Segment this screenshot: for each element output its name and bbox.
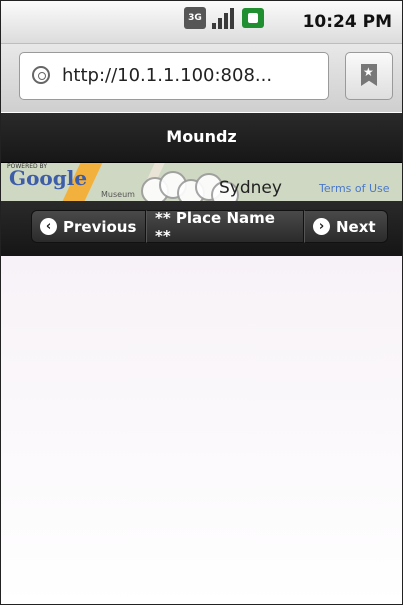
chevron-left-icon: ‹ bbox=[40, 218, 57, 235]
url-field[interactable]: http://10.1.1.100:808... bbox=[19, 52, 329, 100]
phone-screen: 3G 10:24 PM http://10.1.1.100:808... Mou… bbox=[0, 0, 403, 605]
globe-icon bbox=[32, 66, 50, 84]
map-view[interactable]: POWERED BY Google Museum Sydney Terms of… bbox=[1, 163, 402, 201]
browser-url-bar: http://10.1.1.100:808... bbox=[1, 44, 402, 112]
map-poi-label: Museum bbox=[101, 190, 135, 199]
previous-button[interactable]: ‹ Previous bbox=[31, 210, 146, 243]
place-nav-toolbar: ‹ Previous ** Place Name ** › Next bbox=[1, 201, 402, 256]
place-name-label: ** Place Name ** bbox=[155, 208, 275, 245]
signal-bars-icon bbox=[212, 7, 236, 29]
previous-label: Previous bbox=[63, 217, 137, 236]
chevron-right-icon: › bbox=[313, 218, 330, 235]
status-icons: 3G bbox=[184, 7, 264, 29]
page-title: Moundz bbox=[166, 127, 237, 146]
status-bar: 3G 10:24 PM bbox=[1, 1, 402, 44]
bookmark-button[interactable] bbox=[345, 52, 393, 100]
content-area bbox=[1, 256, 402, 604]
next-label: Next bbox=[336, 217, 376, 236]
map-terms-link[interactable]: Terms of Use bbox=[319, 182, 390, 195]
bookmark-star-icon bbox=[361, 64, 377, 86]
next-button[interactable]: › Next bbox=[304, 210, 388, 243]
network-icon: 3G bbox=[184, 7, 206, 29]
place-name-button[interactable]: ** Place Name ** bbox=[146, 208, 304, 245]
clock: 10:24 PM bbox=[302, 12, 392, 32]
app-header: Moundz bbox=[1, 113, 402, 163]
battery-charging-icon bbox=[242, 8, 264, 28]
map-place-label: Sydney bbox=[219, 178, 282, 198]
google-logo: Google bbox=[9, 166, 88, 190]
url-text: http://10.1.1.100:808... bbox=[62, 65, 273, 86]
